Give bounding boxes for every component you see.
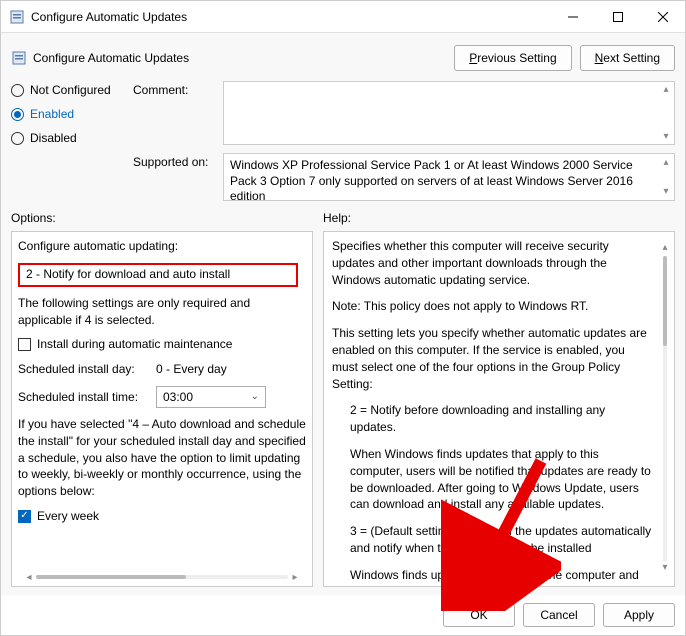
checkbox-icon [18,338,31,351]
radio-not-configured[interactable]: Not Configured [11,83,133,97]
apply-button[interactable]: Apply [603,603,675,627]
every-week-checkbox[interactable]: ✓ Every week [18,508,306,525]
radio-icon [11,132,24,145]
chevron-down-icon: ⌄ [251,390,259,404]
page-title: Configure Automatic Updates [33,51,454,65]
options-note: The following settings are only required… [18,295,306,329]
content: Configure Automatic Updates Previous Set… [1,33,685,595]
radio-icon [11,108,24,121]
policy-icon [11,50,27,66]
top-grid: Not Configured Enabled Disabled Comment:… [11,81,675,145]
help-vscrollbar[interactable]: ▴ ▾ [658,242,672,576]
help-panel: Specifies whether this computer will rec… [323,231,675,587]
comment-textarea[interactable]: ▴ ▾ [223,81,675,145]
options-hscrollbar[interactable]: ◂ ▸ [22,570,302,584]
help-p6: 3 = (Default setting) Download the updat… [350,523,654,557]
install-maintenance-checkbox[interactable]: Install during automatic maintenance [18,336,306,353]
options-para2: If you have selected "4 – Auto download … [18,416,306,500]
window-controls [550,2,685,32]
scroll-right-icon[interactable]: ▸ [288,572,302,583]
dropdown-value: 03:00 [163,389,193,406]
scroll-left-icon[interactable]: ◂ [22,572,36,583]
radio-label: Not Configured [30,83,111,97]
supported-on-label: Supported on: [11,153,223,201]
radio-enabled[interactable]: Enabled [11,107,133,121]
help-p3: This setting lets you specify whether au… [332,325,654,392]
scroll-up-icon[interactable]: ▴ [660,84,672,95]
checkbox-icon: ✓ [18,510,31,523]
radio-label: Disabled [30,131,77,145]
window: Configure Automatic Updates Configure Au… [0,0,686,636]
checkbox-label: Every week [37,508,99,525]
install-day-label: Scheduled install day: [18,361,146,378]
scroll-down-icon[interactable]: ▾ [662,562,667,576]
window-title: Configure Automatic Updates [31,10,550,24]
help-p4: 2 = Notify before downloading and instal… [350,402,654,436]
options-heading: Configure automatic updating: [18,238,306,255]
options-panel: Configure automatic updating: 2 - Notify… [11,231,313,587]
close-button[interactable] [640,2,685,32]
scroll-up-icon[interactable]: ▴ [662,242,667,256]
comment-label: Comment: [133,81,223,145]
install-day-value[interactable]: 0 - Every day [156,361,227,378]
minimize-button[interactable] [550,2,595,32]
help-p5: When Windows finds updates that apply to… [350,446,654,513]
help-p7: Windows finds updates that apply to the … [350,567,654,584]
install-time-dropdown[interactable]: 03:00 ⌄ [156,386,266,408]
supported-row: Supported on: Windows XP Professional Se… [11,153,675,201]
checkbox-label: Install during automatic maintenance [37,336,232,353]
supported-on-text: Windows XP Professional Service Pack 1 o… [223,153,675,201]
footer: OK Cancel Apply [1,595,685,635]
titlebar: Configure Automatic Updates [1,1,685,33]
scroll-down-icon[interactable]: ▾ [660,185,672,198]
radio-label: Enabled [30,107,74,121]
help-p2: Note: This policy does not apply to Wind… [332,298,654,315]
radio-icon [11,84,24,97]
options-label: Options: [11,211,313,225]
policy-icon [9,9,25,25]
header-row: Configure Automatic Updates Previous Set… [11,45,675,71]
radio-disabled[interactable]: Disabled [11,131,133,145]
cancel-button[interactable]: Cancel [523,603,595,627]
update-mode-dropdown[interactable]: 2 - Notify for download and auto install [18,263,298,287]
scroll-down-icon[interactable]: ▾ [660,131,672,142]
panels: Configure automatic updating: 2 - Notify… [11,231,675,587]
ok-button[interactable]: OK [443,603,515,627]
next-setting-button[interactable]: Next Setting [580,45,675,71]
help-p1: Specifies whether this computer will rec… [332,238,654,288]
help-label: Help: [323,211,675,225]
scroll-up-icon[interactable]: ▴ [660,156,672,169]
section-headers: Options: Help: [11,211,675,225]
install-time-label: Scheduled install time: [18,389,146,406]
maximize-button[interactable] [595,2,640,32]
dropdown-value: 2 - Notify for download and auto install [26,266,230,283]
radio-group: Not Configured Enabled Disabled [11,81,133,145]
previous-setting-button[interactable]: Previous Setting [454,45,571,71]
nav-buttons: Previous Setting Next Setting [454,45,675,71]
